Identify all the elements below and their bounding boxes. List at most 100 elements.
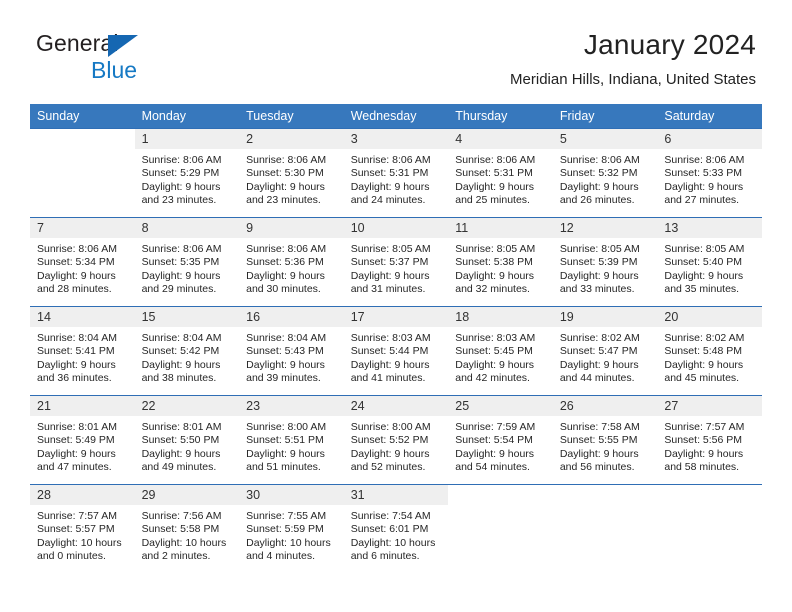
day-details: Sunrise: 7:55 AM Sunset: 5:59 PM Daylight:…: [239, 505, 344, 564]
daylight-duration-line1: Daylight: 9 hours: [350, 269, 430, 282]
calendar-day-cell[interactable]: 7 Sunrise: 8:06 AM Sunset: 5:34 PM Daylight…: [30, 217, 135, 307]
day-details: Sunrise: 7:57 AM Sunset: 5:57 PM Daylight:…: [30, 505, 135, 564]
general-blue-logo[interactable]: General Blue: [36, 32, 246, 88]
day-details: Sunrise: 7:57 AM Sunset: 5:56 PM Daylight:…: [657, 416, 762, 475]
calendar-day-cell[interactable]: 15 Sunrise: 8:04 AM Sunset: 5:42 PM Dayligh…: [134, 306, 240, 396]
calendar-day-cell[interactable]: 4 Sunrise: 8:06 AM Sunset: 5:31 PM Daylight…: [448, 128, 553, 218]
calendar-day-cell[interactable]: 20 Sunrise: 8:02 AM Sunset: 5:48 PM Dayligh…: [657, 306, 762, 396]
logo-text-general: General: [36, 32, 246, 58]
calendar-day-cell[interactable]: 24 Sunrise: 8:00 AM Sunset: 5:52 PM Dayligh…: [343, 395, 449, 485]
day-details: Sunrise: 7:56 AM Sunset: 5:58 PM Daylight:…: [135, 505, 240, 564]
daylight-duration-line2: and 52 minutes.: [350, 461, 426, 474]
calendar-day-cell[interactable]: 8 Sunrise: 8:06 AM Sunset: 5:35 PM Daylight…: [134, 217, 240, 307]
page-header: General Blue January 2024 Meridian Hills…: [0, 0, 792, 96]
day-details: Sunrise: 8:05 AM Sunset: 5:38 PM Daylight:…: [448, 238, 553, 297]
calendar-day-cell[interactable]: 26 Sunrise: 7:58 AM Sunset: 5:55 PM Dayligh…: [552, 395, 658, 485]
calendar-day-cell[interactable]: 29 Sunrise: 7:56 AM Sunset: 5:58 PM Dayligh…: [134, 484, 240, 573]
daylight-duration-line1: Daylight: 9 hours: [37, 269, 116, 282]
sunset-time: Sunset: 5:52 PM: [350, 434, 429, 447]
daylight-duration-line1: Daylight: 9 hours: [455, 269, 535, 282]
day-number: 20: [657, 307, 762, 327]
daylight-duration-line2: and 24 minutes.: [350, 194, 426, 207]
sunset-time: Sunset: 5:55 PM: [559, 434, 638, 447]
day-details: Sunrise: 8:00 AM Sunset: 5:51 PM Daylight:…: [239, 416, 344, 475]
calendar-day-cell[interactable]: 19 Sunrise: 8:02 AM Sunset: 5:47 PM Dayligh…: [552, 306, 658, 396]
day-details: Sunrise: 7:59 AM Sunset: 5:54 PM Daylight:…: [448, 416, 553, 475]
calendar-day-cell[interactable]: 17 Sunrise: 8:03 AM Sunset: 5:44 PM Dayligh…: [343, 306, 449, 396]
day-details: Sunrise: 8:01 AM Sunset: 5:50 PM Daylight:…: [135, 416, 240, 475]
day-number: 17: [343, 307, 449, 327]
daylight-duration-line1: Daylight: 9 hours: [141, 447, 221, 460]
daylight-duration-line2: and 25 minutes.: [455, 194, 530, 207]
day-number: 10: [343, 218, 449, 238]
logo-word-general: General: [36, 30, 119, 56]
day-details: Sunrise: 8:06 AM Sunset: 5:31 PM Daylight:…: [448, 149, 553, 208]
daylight-duration-line1: Daylight: 9 hours: [455, 358, 535, 371]
daylight-duration-line2: and 42 minutes.: [455, 372, 530, 385]
calendar-day-cell[interactable]: 30 Sunrise: 7:55 AM Sunset: 5:59 PM Dayligh…: [239, 484, 344, 573]
sunset-time: Sunset: 5:49 PM: [37, 434, 115, 447]
daylight-duration-line1: Daylight: 9 hours: [664, 358, 744, 371]
calendar-day-cell[interactable]: 16 Sunrise: 8:04 AM Sunset: 5:43 PM Dayligh…: [239, 306, 344, 396]
calendar-cell-empty: [30, 128, 135, 218]
day-details: Sunrise: 8:03 AM Sunset: 5:44 PM Daylight:…: [344, 327, 449, 386]
calendar-day-cell[interactable]: 14 Sunrise: 8:04 AM Sunset: 5:41 PM Dayligh…: [30, 306, 135, 396]
sunset-time: Sunset: 5:31 PM: [455, 167, 533, 180]
sunrise-time: Sunrise: 8:04 AM: [246, 332, 327, 344]
day-number: 9: [239, 218, 344, 238]
calendar-day-cell[interactable]: 9 Sunrise: 8:06 AM Sunset: 5:36 PM Daylight…: [239, 217, 344, 307]
day-details: Sunrise: 8:06 AM Sunset: 5:29 PM Daylight:…: [135, 149, 240, 208]
daylight-duration-line2: and 44 minutes.: [559, 372, 635, 385]
day-number: 28: [30, 485, 135, 505]
daylight-duration-line2: and 54 minutes.: [455, 461, 530, 474]
sunrise-time: Sunrise: 8:06 AM: [141, 154, 222, 166]
sunrise-time: Sunrise: 7:57 AM: [664, 421, 745, 433]
location-subtitle: Meridian Hills, Indiana, United States: [510, 71, 756, 88]
calendar-day-cell[interactable]: 10 Sunrise: 8:05 AM Sunset: 5:37 PM Dayligh…: [343, 217, 449, 307]
day-details: Sunrise: 8:05 AM Sunset: 5:40 PM Daylight:…: [657, 238, 762, 297]
daylight-duration-line2: and 35 minutes.: [664, 283, 740, 296]
calendar-day-cell[interactable]: 11 Sunrise: 8:05 AM Sunset: 5:38 PM Dayligh…: [448, 217, 553, 307]
day-number: [30, 129, 135, 149]
calendar-day-cell[interactable]: 1 Sunrise: 8:06 AM Sunset: 5:29 PM Daylight…: [134, 128, 240, 218]
page-title: January 2024: [583, 29, 756, 60]
daylight-duration-line1: Daylight: 9 hours: [559, 447, 639, 460]
sunrise-time: Sunrise: 8:01 AM: [141, 421, 222, 433]
day-number: 29: [134, 485, 240, 505]
day-number: 3: [343, 129, 449, 149]
calendar-day-cell[interactable]: 3 Sunrise: 8:06 AM Sunset: 5:31 PM Daylight…: [343, 128, 449, 218]
daylight-duration-line2: and 49 minutes.: [141, 461, 217, 474]
daylight-duration-line1: Daylight: 9 hours: [37, 447, 116, 460]
sunset-time: Sunset: 5:58 PM: [141, 523, 220, 536]
calendar-week-row: 7 Sunrise: 8:06 AM Sunset: 5:34 PM Daylight…: [30, 217, 762, 307]
day-details: Sunrise: 8:00 AM Sunset: 5:52 PM Daylight:…: [344, 416, 449, 475]
calendar-day-cell[interactable]: 28 Sunrise: 7:57 AM Sunset: 5:57 PM Dayligh…: [30, 484, 135, 573]
calendar-day-cell[interactable]: 21 Sunrise: 8:01 AM Sunset: 5:49 PM Dayligh…: [30, 395, 135, 485]
calendar-day-cell[interactable]: 22 Sunrise: 8:01 AM Sunset: 5:50 PM Dayligh…: [134, 395, 240, 485]
calendar-day-cell[interactable]: 6 Sunrise: 8:06 AM Sunset: 5:33 PM Daylight…: [657, 128, 762, 218]
calendar-day-cell[interactable]: 25 Sunrise: 7:59 AM Sunset: 5:54 PM Dayligh…: [448, 395, 553, 485]
calendar-day-cell[interactable]: 13 Sunrise: 8:05 AM Sunset: 5:40 PM Dayligh…: [657, 217, 762, 307]
calendar-cell-empty: [448, 484, 553, 573]
calendar-day-cell[interactable]: 5 Sunrise: 8:06 AM Sunset: 5:32 PM Daylight…: [552, 128, 658, 218]
day-number: [657, 485, 762, 505]
daylight-duration-line2: and 38 minutes.: [141, 372, 217, 385]
daylight-duration-line2: and 6 minutes.: [350, 550, 420, 563]
weekday-header-saturday: Saturday: [657, 104, 762, 129]
calendar-day-cell[interactable]: 27 Sunrise: 7:57 AM Sunset: 5:56 PM Dayligh…: [657, 395, 762, 485]
day-number: 19: [552, 307, 658, 327]
daylight-duration-line2: and 30 minutes.: [246, 283, 321, 296]
sunset-time: Sunset: 5:56 PM: [664, 434, 743, 447]
sunrise-time: Sunrise: 8:06 AM: [246, 243, 327, 255]
sunrise-time: Sunrise: 8:05 AM: [559, 243, 640, 255]
calendar-day-cell[interactable]: 2 Sunrise: 8:06 AM Sunset: 5:30 PM Daylight…: [239, 128, 344, 218]
calendar-day-cell[interactable]: 31 Sunrise: 7:54 AM Sunset: 6:01 PM Dayligh…: [343, 484, 449, 573]
day-number: 2: [239, 129, 344, 149]
daylight-duration-line1: Daylight: 9 hours: [141, 180, 221, 193]
calendar-day-cell[interactable]: 12 Sunrise: 8:05 AM Sunset: 5:39 PM Dayligh…: [552, 217, 658, 307]
day-number: 16: [239, 307, 344, 327]
calendar-day-cell[interactable]: 18 Sunrise: 8:03 AM Sunset: 5:45 PM Dayligh…: [448, 306, 553, 396]
day-details: Sunrise: 8:02 AM Sunset: 5:48 PM Daylight:…: [657, 327, 762, 386]
calendar-body: 1 Sunrise: 8:06 AM Sunset: 5:29 PM Daylight…: [30, 128, 762, 573]
calendar-day-cell[interactable]: 23 Sunrise: 8:00 AM Sunset: 5:51 PM Dayligh…: [239, 395, 344, 485]
